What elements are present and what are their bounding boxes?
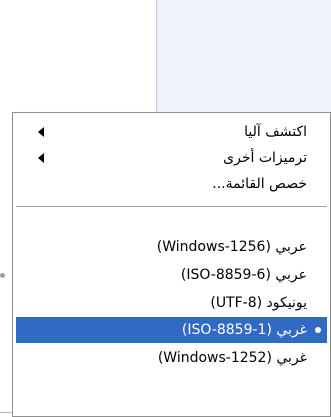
submenu-arrow-icon — [38, 127, 44, 137]
menu-item-western-windows-1252[interactable]: غربي (Windows-1252) — [16, 345, 327, 371]
menu-item-label: يونيكود (UTF-8) — [210, 295, 307, 311]
menu-item-arabic-iso-8859-6[interactable]: عربي (ISO-8859-6) — [16, 262, 327, 288]
menu-item-unicode-utf-8[interactable]: يونيكود (UTF-8) — [16, 290, 327, 316]
menu-item-label: خصص القائمة... — [212, 176, 307, 192]
menu-item-label: غربي (Windows-1252) — [157, 350, 307, 366]
background-divider — [0, 412, 12, 413]
menu-item-label: عربي (Windows-1256) — [156, 239, 307, 255]
menu-item-label: ترميزات أخرى — [223, 150, 307, 166]
menu-item-label: اكتشف آليا — [244, 124, 307, 140]
menu-item-customize[interactable]: خصص القائمة... — [16, 171, 327, 197]
menu-item-label: عربي (ISO-8859-6) — [180, 267, 307, 283]
menu-item-western-iso-8859-1[interactable]: غربي (ISO-8859-1) — [16, 317, 327, 343]
background-radio-icon — [0, 268, 12, 282]
selected-bullet-icon — [315, 327, 321, 333]
menu-item-more-encodings[interactable]: ترميزات أخرى — [16, 145, 327, 171]
menu-item-arabic-windows-1256[interactable]: عربي (Windows-1256) — [16, 234, 327, 260]
background-window-panel — [156, 0, 331, 124]
menu-item-autodetect[interactable]: اكتشف آليا — [16, 119, 327, 145]
encoding-context-menu: اكتشف آليا ترميزات أخرى خصص القائمة... ع… — [12, 112, 331, 417]
menu-item-label: غربي (ISO-8859-1) — [181, 322, 307, 338]
submenu-arrow-icon — [38, 153, 44, 163]
menu-separator — [16, 206, 327, 207]
